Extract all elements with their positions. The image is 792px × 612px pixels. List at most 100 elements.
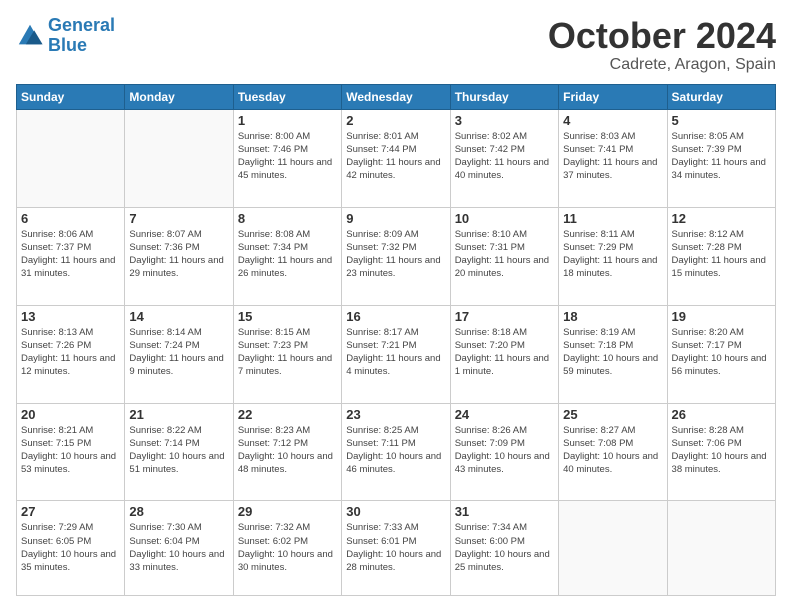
location-title: Cadrete, Aragon, Spain	[548, 56, 776, 74]
day-number: 8	[238, 211, 337, 226]
table-row: 11 Sunrise: 8:11 AMSunset: 7:29 PMDayligh…	[559, 207, 667, 305]
day-number: 18	[563, 309, 662, 324]
day-info: Sunrise: 8:22 AMSunset: 7:14 PMDaylight:…	[129, 424, 228, 477]
day-info: Sunrise: 8:18 AMSunset: 7:20 PMDaylight:…	[455, 326, 554, 379]
col-thursday: Thursday	[450, 84, 558, 109]
day-number: 25	[563, 407, 662, 422]
day-info: Sunrise: 8:17 AMSunset: 7:21 PMDaylight:…	[346, 326, 445, 379]
logo: General Blue	[16, 16, 115, 56]
day-number: 20	[21, 407, 120, 422]
day-info: Sunrise: 8:27 AMSunset: 7:08 PMDaylight:…	[563, 424, 662, 477]
day-number: 22	[238, 407, 337, 422]
table-row: 2 Sunrise: 8:01 AMSunset: 7:44 PMDaylight…	[342, 109, 450, 207]
day-info: Sunrise: 8:03 AMSunset: 7:41 PMDaylight:…	[563, 130, 662, 183]
header: General Blue October 2024 Cadrete, Arago…	[16, 16, 776, 74]
day-number: 7	[129, 211, 228, 226]
day-number: 5	[672, 113, 771, 128]
day-info: Sunrise: 8:19 AMSunset: 7:18 PMDaylight:…	[563, 326, 662, 379]
table-row: 9 Sunrise: 8:09 AMSunset: 7:32 PMDaylight…	[342, 207, 450, 305]
day-info: Sunrise: 8:05 AMSunset: 7:39 PMDaylight:…	[672, 130, 771, 183]
table-row: 31 Sunrise: 7:34 AMSunset: 6:00 PMDayligh…	[450, 501, 558, 596]
table-row: 6Sunrise: 8:06 AMSunset: 7:37 PMDaylight…	[17, 207, 125, 305]
day-number: 21	[129, 407, 228, 422]
calendar: Sunday Monday Tuesday Wednesday Thursday…	[16, 84, 776, 596]
table-row: 12 Sunrise: 8:12 AMSunset: 7:28 PMDayligh…	[667, 207, 775, 305]
day-info: Sunrise: 8:07 AMSunset: 7:36 PMDaylight:…	[129, 228, 228, 281]
day-info: Sunrise: 8:09 AMSunset: 7:32 PMDaylight:…	[346, 228, 445, 281]
month-title: October 2024	[548, 16, 776, 56]
table-row: 18 Sunrise: 8:19 AMSunset: 7:18 PMDayligh…	[559, 305, 667, 403]
day-info: Sunrise: 8:21 AMSunset: 7:15 PMDaylight:…	[21, 424, 120, 477]
day-info: Sunrise: 8:20 AMSunset: 7:17 PMDaylight:…	[672, 326, 771, 379]
col-sunday: Sunday	[17, 84, 125, 109]
logo-line1: General	[48, 15, 115, 35]
table-row: 21 Sunrise: 8:22 AMSunset: 7:14 PMDayligh…	[125, 403, 233, 501]
table-row: 25 Sunrise: 8:27 AMSunset: 7:08 PMDayligh…	[559, 403, 667, 501]
day-info: Sunrise: 7:34 AMSunset: 6:00 PMDaylight:…	[455, 521, 554, 574]
day-number: 3	[455, 113, 554, 128]
day-number: 9	[346, 211, 445, 226]
day-info: Sunrise: 8:11 AMSunset: 7:29 PMDaylight:…	[563, 228, 662, 281]
day-number: 10	[455, 211, 554, 226]
col-monday: Monday	[125, 84, 233, 109]
day-info: Sunrise: 8:12 AMSunset: 7:28 PMDaylight:…	[672, 228, 771, 281]
day-number: 24	[455, 407, 554, 422]
day-info: Sunrise: 7:30 AMSunset: 6:04 PMDaylight:…	[129, 521, 228, 574]
day-number: 15	[238, 309, 337, 324]
table-row: 3 Sunrise: 8:02 AMSunset: 7:42 PMDaylight…	[450, 109, 558, 207]
table-row: 4 Sunrise: 8:03 AMSunset: 7:41 PMDaylight…	[559, 109, 667, 207]
day-number: 29	[238, 504, 337, 519]
day-number: 23	[346, 407, 445, 422]
table-row: 1Sunrise: 8:00 AMSunset: 7:46 PMDaylight…	[233, 109, 341, 207]
day-number: 30	[346, 504, 445, 519]
day-info: Sunrise: 7:29 AMSunset: 6:05 PMDaylight:…	[21, 521, 120, 574]
table-row: 23 Sunrise: 8:25 AMSunset: 7:11 PMDayligh…	[342, 403, 450, 501]
table-row: 10 Sunrise: 8:10 AMSunset: 7:31 PMDayligh…	[450, 207, 558, 305]
day-number: 27	[21, 504, 120, 519]
day-number: 16	[346, 309, 445, 324]
table-row: 19 Sunrise: 8:20 AMSunset: 7:17 PMDayligh…	[667, 305, 775, 403]
day-info: Sunrise: 7:32 AMSunset: 6:02 PMDaylight:…	[238, 521, 337, 574]
day-number: 28	[129, 504, 228, 519]
day-info: Sunrise: 8:26 AMSunset: 7:09 PMDaylight:…	[455, 424, 554, 477]
table-row: 30 Sunrise: 7:33 AMSunset: 6:01 PMDayligh…	[342, 501, 450, 596]
table-row: 24 Sunrise: 8:26 AMSunset: 7:09 PMDayligh…	[450, 403, 558, 501]
day-info: Sunrise: 8:28 AMSunset: 7:06 PMDaylight:…	[672, 424, 771, 477]
day-number: 31	[455, 504, 554, 519]
col-saturday: Saturday	[667, 84, 775, 109]
col-tuesday: Tuesday	[233, 84, 341, 109]
day-number: 4	[563, 113, 662, 128]
day-info: Sunrise: 8:14 AMSunset: 7:24 PMDaylight:…	[129, 326, 228, 379]
table-row: 22Sunrise: 8:23 AMSunset: 7:12 PMDayligh…	[233, 403, 341, 501]
table-row: 15Sunrise: 8:15 AMSunset: 7:23 PMDayligh…	[233, 305, 341, 403]
day-info: Sunrise: 8:10 AMSunset: 7:31 PMDaylight:…	[455, 228, 554, 281]
day-info: Sunrise: 8:01 AMSunset: 7:44 PMDaylight:…	[346, 130, 445, 183]
day-info: Sunrise: 8:13 AMSunset: 7:26 PMDaylight:…	[21, 326, 120, 379]
page: General Blue October 2024 Cadrete, Arago…	[0, 0, 792, 612]
day-info: Sunrise: 8:06 AMSunset: 7:37 PMDaylight:…	[21, 228, 120, 281]
table-row: 20 Sunrise: 8:21 AMSunset: 7:15 PMDayligh…	[17, 403, 125, 501]
title-block: October 2024 Cadrete, Aragon, Spain	[548, 16, 776, 74]
day-info: Sunrise: 8:02 AMSunset: 7:42 PMDaylight:…	[455, 130, 554, 183]
logo-line2: Blue	[48, 35, 87, 55]
day-info: Sunrise: 8:00 AMSunset: 7:46 PMDaylight:…	[238, 130, 337, 183]
table-row: 28 Sunrise: 7:30 AMSunset: 6:04 PMDayligh…	[125, 501, 233, 596]
col-wednesday: Wednesday	[342, 84, 450, 109]
day-number: 12	[672, 211, 771, 226]
day-number: 17	[455, 309, 554, 324]
day-number: 14	[129, 309, 228, 324]
day-info: Sunrise: 7:33 AMSunset: 6:01 PMDaylight:…	[346, 521, 445, 574]
table-row: 8 Sunrise: 8:08 AMSunset: 7:34 PMDaylight…	[233, 207, 341, 305]
table-row: 27 Sunrise: 7:29 AMSunset: 6:05 PMDayligh…	[17, 501, 125, 596]
table-row: 16 Sunrise: 8:17 AMSunset: 7:21 PMDayligh…	[342, 305, 450, 403]
day-number: 2	[346, 113, 445, 128]
day-info: Sunrise: 8:25 AMSunset: 7:11 PMDaylight:…	[346, 424, 445, 477]
day-number: 11	[563, 211, 662, 226]
table-row: 26Sunrise: 8:28 AMSunset: 7:06 PMDayligh…	[667, 403, 775, 501]
day-number: 13	[21, 309, 120, 324]
table-row	[667, 501, 775, 596]
day-info: Sunrise: 8:08 AMSunset: 7:34 PMDaylight:…	[238, 228, 337, 281]
col-friday: Friday	[559, 84, 667, 109]
day-number: 19	[672, 309, 771, 324]
table-row: 5 Sunrise: 8:05 AMSunset: 7:39 PMDaylight…	[667, 109, 775, 207]
